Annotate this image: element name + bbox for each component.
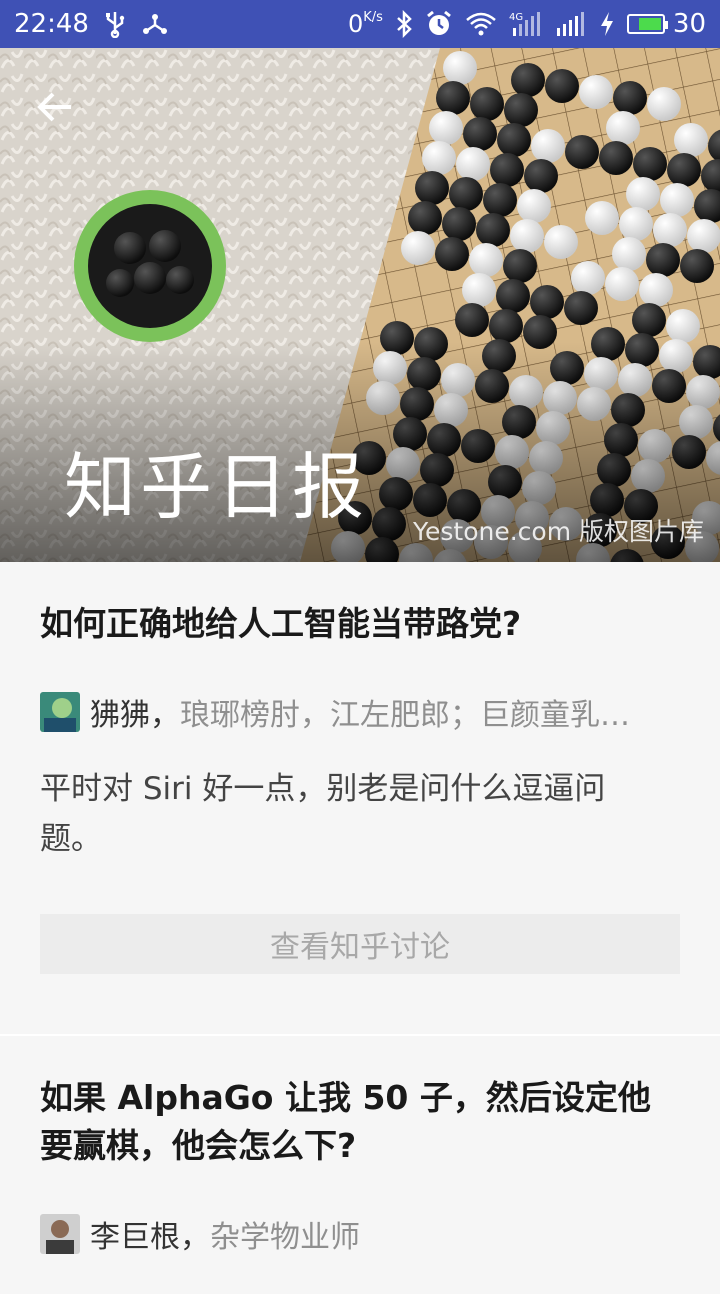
go-stone bbox=[599, 141, 633, 175]
go-stone bbox=[605, 267, 639, 301]
view-discussion-button[interactable]: 查看知乎讨论 bbox=[40, 914, 680, 974]
go-stone bbox=[490, 153, 524, 187]
go-stone bbox=[626, 177, 660, 211]
avatar bbox=[40, 1214, 80, 1254]
battery-level: 30 bbox=[672, 9, 706, 39]
go-stone bbox=[408, 201, 442, 235]
go-stone bbox=[544, 225, 578, 259]
go-stone bbox=[619, 207, 653, 241]
author-bio: 琅琊榜肘，江左肥郎；巨颜童乳… bbox=[180, 698, 630, 732]
go-stone bbox=[632, 303, 666, 337]
go-stone bbox=[436, 81, 470, 115]
charging-icon bbox=[599, 10, 615, 38]
net-speed: 0K/s bbox=[347, 10, 383, 38]
usb-icon bbox=[103, 10, 127, 38]
svg-text:4G: 4G bbox=[509, 12, 523, 23]
bluetooth-icon bbox=[395, 10, 413, 38]
back-button[interactable] bbox=[30, 82, 80, 132]
author-row: 李巨根， 杂学物业师 bbox=[40, 1214, 660, 1254]
battery-indicator: 30 bbox=[626, 9, 706, 39]
status-bar: 22:48 0K/s 4G 30 bbox=[0, 0, 720, 48]
go-stone bbox=[639, 273, 673, 307]
go-stone bbox=[565, 135, 599, 169]
story-title[interactable]: 如果 AlphaGo 让我 50 子，然后设定他要赢棋，他会怎么下? bbox=[40, 1074, 670, 1170]
go-stone bbox=[489, 309, 523, 343]
go-stone bbox=[463, 117, 497, 151]
go-stone bbox=[503, 249, 537, 283]
go-stone bbox=[585, 201, 619, 235]
go-stone bbox=[653, 213, 687, 247]
go-stone bbox=[680, 249, 714, 283]
go-stone bbox=[666, 309, 700, 343]
alarm-icon bbox=[425, 10, 453, 38]
go-stone bbox=[612, 237, 646, 271]
author-row: 狒狒， 琅琊榜肘，江左肥郎；巨颜童乳… bbox=[40, 692, 660, 732]
signal-4g-icon: 4G bbox=[509, 10, 543, 38]
go-stone bbox=[524, 159, 558, 193]
go-stone bbox=[401, 231, 435, 265]
status-time: 22:48 bbox=[14, 9, 89, 39]
go-stone bbox=[660, 183, 694, 217]
go-stone bbox=[497, 123, 531, 157]
go-stone bbox=[496, 279, 530, 313]
wifi-icon bbox=[465, 11, 497, 37]
go-stone bbox=[455, 303, 489, 337]
go-stone bbox=[517, 189, 551, 223]
go-stone bbox=[579, 75, 613, 109]
go-stone bbox=[613, 81, 647, 115]
go-stone bbox=[633, 147, 667, 181]
image-credit: Yestone.com 版权图片库 bbox=[413, 517, 704, 546]
go-stone bbox=[435, 237, 469, 271]
story-card: 如何正确地给人工智能当带路党? 狒狒， 琅琊榜肘，江左肥郎；巨颜童乳… 平时对 … bbox=[0, 562, 720, 1034]
go-stone bbox=[530, 285, 564, 319]
go-stone bbox=[429, 111, 463, 145]
go-stone bbox=[674, 123, 708, 157]
go-stone bbox=[646, 243, 680, 277]
go-stone bbox=[545, 69, 579, 103]
go-stone bbox=[511, 63, 545, 97]
go-stone bbox=[442, 207, 476, 241]
go-stone bbox=[564, 291, 598, 325]
author-name: 狒狒， bbox=[90, 698, 180, 732]
go-stone bbox=[415, 171, 449, 205]
header-image: 知乎日报 Yestone.com 版权图片库 bbox=[0, 48, 720, 562]
go-stone bbox=[476, 213, 510, 247]
go-stone bbox=[443, 51, 477, 85]
go-stone bbox=[483, 183, 517, 217]
avatar bbox=[40, 692, 80, 732]
share-icon bbox=[141, 11, 169, 37]
battery-icon bbox=[626, 14, 668, 34]
go-stone bbox=[462, 273, 496, 307]
author-bio: 杂学物业师 bbox=[210, 1220, 360, 1254]
go-stone bbox=[469, 243, 503, 277]
go-stone bbox=[422, 141, 456, 175]
story-title[interactable]: 如何正确地给人工智能当带路党? bbox=[40, 600, 521, 648]
go-stone bbox=[456, 147, 490, 181]
go-stone bbox=[504, 93, 538, 127]
go-stone bbox=[667, 153, 701, 187]
go-stone bbox=[571, 261, 605, 295]
story-card: 如果 AlphaGo 让我 50 子，然后设定他要赢棋，他会怎么下? 李巨根， … bbox=[0, 1034, 720, 1294]
go-stone bbox=[470, 87, 504, 121]
go-stone bbox=[647, 87, 681, 121]
go-stone bbox=[606, 111, 640, 145]
story-excerpt: 平时对 Siri 好一点，别老是问什么逗逼问题。 bbox=[40, 771, 606, 857]
signal-icon bbox=[555, 10, 587, 38]
page-title: 知乎日报 bbox=[64, 445, 369, 529]
go-stone bbox=[510, 219, 544, 253]
go-stone bbox=[687, 219, 720, 253]
go-stone bbox=[531, 129, 565, 163]
go-stone bbox=[449, 177, 483, 211]
arrow-back-icon bbox=[37, 92, 71, 122]
author-name: 李巨根， bbox=[90, 1220, 210, 1254]
